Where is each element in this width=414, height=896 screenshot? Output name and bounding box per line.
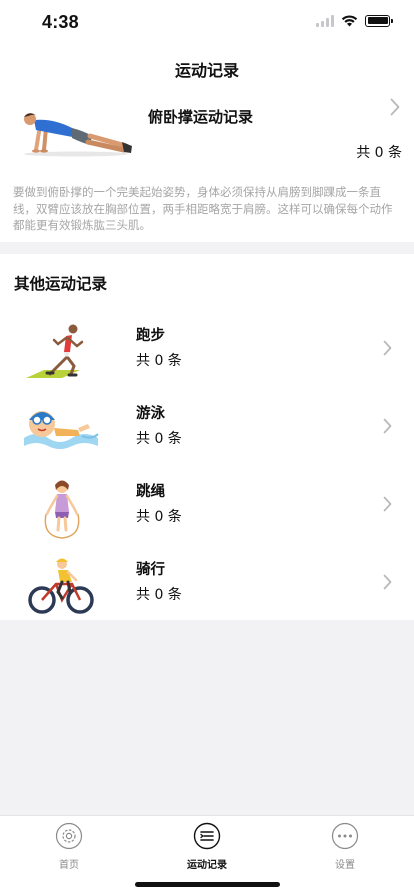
other-records-section: 其他运动记录 跑步 共 0 条 游泳 共 0 条 跳绳 共 0 条 骑行 共 0…	[0, 254, 414, 620]
list-item-jump-rope[interactable]: 跳绳 共 0 条	[0, 476, 414, 552]
cyclist-illustration	[28, 558, 94, 614]
battery-icon	[365, 14, 393, 27]
tab-label: 运动记录	[187, 860, 227, 871]
list-item-running[interactable]: 跑步 共 0 条	[0, 320, 414, 396]
row-name: 骑行	[136, 562, 165, 578]
nav-bar: 运动记录	[0, 46, 414, 90]
status-bar: 4:38	[0, 0, 414, 46]
tab-settings[interactable]: 设置	[310, 822, 380, 871]
list-item-cycling[interactable]: 骑行 共 0 条	[0, 554, 414, 630]
tab-home[interactable]: 首页	[34, 822, 104, 871]
chevron-right-icon	[383, 574, 392, 590]
row-name: 游泳	[136, 406, 165, 422]
more-icon	[331, 822, 359, 850]
row-count: 共 0 条	[136, 353, 182, 369]
wifi-icon	[341, 15, 358, 27]
chevron-right-icon	[383, 418, 392, 434]
status-icons	[316, 14, 393, 27]
row-count: 共 0 条	[136, 509, 182, 525]
pushup-illustration	[24, 113, 132, 157]
chevron-right-icon	[390, 98, 400, 116]
page-title: 运动记录	[174, 61, 239, 80]
status-time: 4:38	[42, 12, 79, 32]
section-title: 其他运动记录	[14, 275, 108, 293]
row-name: 跑步	[136, 328, 165, 344]
signal-icon	[316, 14, 334, 27]
featured-title: 俯卧撑运动记录	[148, 108, 254, 126]
tab-records[interactable]: 运动记录	[172, 822, 242, 871]
runner-illustration	[26, 324, 84, 378]
chevron-right-icon	[383, 340, 392, 356]
jump-rope-illustration	[44, 480, 80, 539]
list-item-swimming[interactable]: 游泳 共 0 条	[0, 398, 414, 474]
row-count: 共 0 条	[136, 431, 182, 447]
tab-label: 首页	[59, 860, 79, 871]
swimmer-illustration	[24, 411, 99, 449]
featured-count: 共 0 条	[356, 145, 402, 161]
list-icon	[193, 822, 221, 850]
tab-label: 设置	[335, 860, 355, 871]
featured-description: 要做到俯卧撑的一个完美起始姿势，身体必须保持从肩膀到脚踝成一条直线，双臂应该放在…	[13, 185, 393, 232]
chevron-right-icon	[383, 496, 392, 512]
pushup-record-card[interactable]: 俯卧撑运动记录 共 0 条 要做到俯卧撑的一个完美起始姿势，身体必须保持从肩膀到…	[0, 90, 414, 242]
home-indicator	[135, 882, 280, 887]
row-count: 共 0 条	[136, 587, 182, 603]
row-name: 跳绳	[136, 484, 165, 500]
home-icon	[55, 822, 83, 850]
